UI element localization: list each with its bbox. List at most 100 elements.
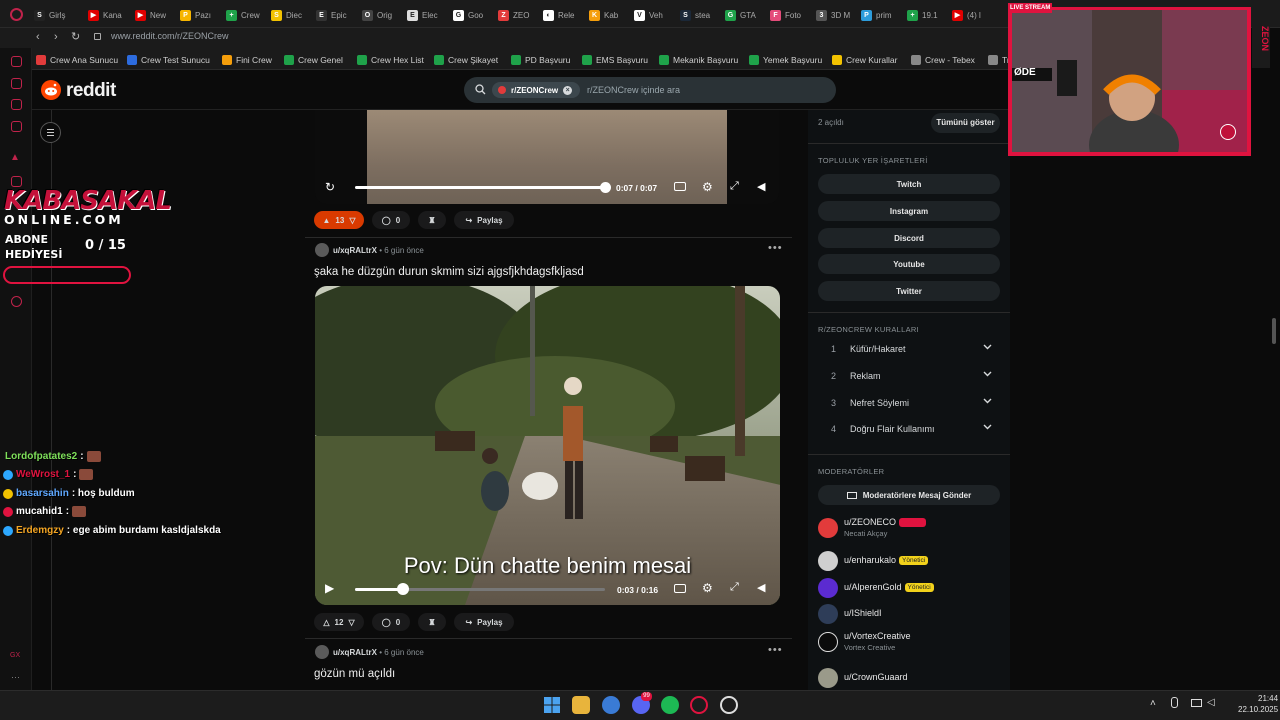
moderator-name[interactable]: u/enharukalo Yönetici: [844, 555, 929, 565]
reload-icon[interactable]: ↻: [71, 30, 80, 43]
moderator-avatar[interactable]: [818, 604, 838, 624]
browser-tab[interactable]: F Foto: [770, 5, 814, 25]
bookmark-item[interactable]: Crew Hex List: [357, 53, 424, 67]
post-author[interactable]: u/xqRALtrX: [333, 648, 377, 657]
rule-item[interactable]: 2 Reklam: [818, 367, 1000, 387]
moderator-item[interactable]: u/CrownGuaard: [818, 666, 1000, 690]
rule-item[interactable]: 4 Doğru Flair Kullanımı: [818, 420, 1000, 440]
replay-icon[interactable]: ↻: [325, 180, 335, 194]
settings-icon[interactable]: [11, 296, 22, 307]
bookmark-item[interactable]: Crew Test Sunucu: [127, 53, 210, 67]
bookmark-item[interactable]: Fini Crew: [222, 53, 272, 67]
app-icon[interactable]: [602, 696, 620, 714]
fullscreen-icon[interactable]: ⤢: [730, 581, 739, 594]
moderator-item[interactable]: u/IShieldI: [818, 602, 1000, 626]
bookmark-item[interactable]: Mekanik Başvuru: [659, 53, 738, 67]
captions-icon[interactable]: [674, 584, 686, 593]
browser-tab[interactable]: Z ZEO: [498, 5, 542, 25]
browser-tab[interactable]: K Kab: [589, 5, 633, 25]
downvote-icon[interactable]: ▽: [348, 618, 354, 627]
browser-tab[interactable]: ▶ (4) l: [952, 5, 996, 25]
share-button[interactable]: ↪ Paylaş: [454, 211, 514, 229]
forward-icon[interactable]: ›: [54, 31, 58, 43]
back-icon[interactable]: ‹: [36, 31, 40, 43]
award-button[interactable]: ♜: [418, 211, 446, 229]
rule-item[interactable]: 3 Nefret Söylemi: [818, 394, 1000, 414]
clock[interactable]: 21:44 22.10.2025: [1238, 693, 1278, 715]
post-title[interactable]: şaka he düzgün durun skmim sizi ajgsfjkh…: [314, 266, 584, 278]
opera-gx-icon[interactable]: [690, 696, 708, 714]
volume-icon[interactable]: ◀: [757, 581, 765, 594]
upvote-icon[interactable]: ▲: [323, 216, 331, 225]
tray-arrow-icon[interactable]: ˄: [1150, 698, 1156, 709]
more-icon[interactable]: ···: [11, 672, 20, 682]
share-button[interactable]: ↪ Paylaş: [454, 613, 514, 631]
reddit-logo-icon[interactable]: [41, 80, 61, 100]
browser-tab[interactable]: S Diec: [271, 5, 315, 25]
browser-tab[interactable]: Sstea: [680, 5, 724, 25]
search-input[interactable]: r/ZEONCrew içinde ara: [587, 85, 680, 95]
rail-icon[interactable]: [11, 78, 22, 89]
video-scrubber[interactable]: [600, 182, 611, 193]
bookmark-item[interactable]: EMS Başvuru: [582, 53, 648, 67]
avatar[interactable]: [315, 645, 329, 659]
captions-icon[interactable]: [674, 182, 686, 191]
vote-pill-upvoted[interactable]: ▲ 13 ▽: [314, 211, 364, 229]
browser-tab[interactable]: S Girlş: [34, 5, 78, 25]
post-title[interactable]: gözün mü açıldı: [314, 668, 395, 680]
rule-item[interactable]: 1 Küfür/Hakaret: [818, 340, 1000, 360]
video-progress[interactable]: [355, 186, 605, 189]
bookmark-item[interactable]: Crew Ana Sunucu: [36, 53, 118, 67]
bookmark-discord-button[interactable]: Discord: [818, 228, 1000, 248]
award-button[interactable]: ♜: [418, 613, 446, 631]
moderator-item[interactable]: u/VortexCreative Vortex Creative: [818, 630, 1000, 654]
browser-tab[interactable]: E Elec: [407, 5, 451, 25]
moderator-name[interactable]: u/CrownGuaard: [844, 672, 908, 682]
settings-icon[interactable]: ⚙: [702, 180, 713, 194]
moderator-avatar[interactable]: [818, 518, 838, 538]
show-all-button[interactable]: Tümünü göster: [931, 113, 1000, 133]
upvote-icon[interactable]: △: [323, 618, 329, 627]
message-mods-button[interactable]: Moderatörlere Mesaj Gönder: [818, 485, 1000, 505]
more-options-icon[interactable]: •••: [768, 644, 783, 656]
rail-icon[interactable]: GX: [10, 652, 20, 659]
moderator-item[interactable]: u/ZEONECO Kurucu Necati Akçay: [818, 516, 1000, 540]
browser-menu-icon[interactable]: [10, 8, 23, 21]
clear-chip-icon[interactable]: ×: [563, 85, 573, 95]
browser-tab[interactable]: P Pazı: [180, 5, 224, 25]
bookmark-twitch-button[interactable]: Twitch: [818, 174, 1000, 194]
comments-button[interactable]: ◯ 0: [372, 613, 410, 631]
rail-icon[interactable]: ▲: [10, 152, 21, 163]
moderator-item[interactable]: u/AlperenGold Yönetici: [818, 576, 1000, 600]
moderator-avatar[interactable]: [818, 668, 838, 688]
microphone-icon[interactable]: [1171, 697, 1178, 708]
file-explorer-icon[interactable]: [572, 696, 590, 714]
browser-tab[interactable]: G Goo: [453, 5, 497, 25]
post-author[interactable]: u/xqRALtrX: [333, 246, 377, 255]
subreddit-search-chip[interactable]: r/ZEONCrew ×: [492, 82, 580, 98]
browser-tab[interactable]: Pprim: [861, 5, 905, 25]
bookmark-instagram-button[interactable]: Instagram: [818, 201, 1000, 221]
moderator-avatar[interactable]: [818, 632, 838, 652]
bookmark-twitter-button[interactable]: Twitter: [818, 281, 1000, 301]
comments-button[interactable]: ◯ 0: [372, 211, 410, 229]
settings-icon[interactable]: ⚙: [702, 581, 713, 595]
bookmark-item[interactable]: Crew Kurallar: [832, 53, 898, 67]
scrollbar-thumb[interactable]: [1272, 318, 1276, 344]
video-progress[interactable]: [355, 588, 605, 591]
browser-tab[interactable]: ◐ Rele: [543, 5, 587, 25]
browser-tab[interactable]: +19.1: [907, 5, 951, 25]
vote-pill[interactable]: △ 12 ▽: [314, 613, 364, 631]
bookmark-item[interactable]: Crew Şikayet: [434, 53, 498, 67]
rail-icon[interactable]: [11, 99, 22, 110]
play-icon[interactable]: ▶: [325, 581, 334, 595]
moderator-avatar[interactable]: [818, 578, 838, 598]
downvote-icon[interactable]: ▽: [349, 216, 355, 225]
volume-icon[interactable]: ◁: [1207, 697, 1215, 708]
browser-tab[interactable]: G GTA: [725, 5, 769, 25]
reddit-wordmark[interactable]: reddit: [66, 80, 116, 102]
browser-tab[interactable]: ▶ New: [135, 5, 179, 25]
moderator-name[interactable]: u/IShieldI: [844, 608, 882, 618]
avatar[interactable]: [315, 243, 329, 257]
start-icon[interactable]: [543, 696, 561, 714]
